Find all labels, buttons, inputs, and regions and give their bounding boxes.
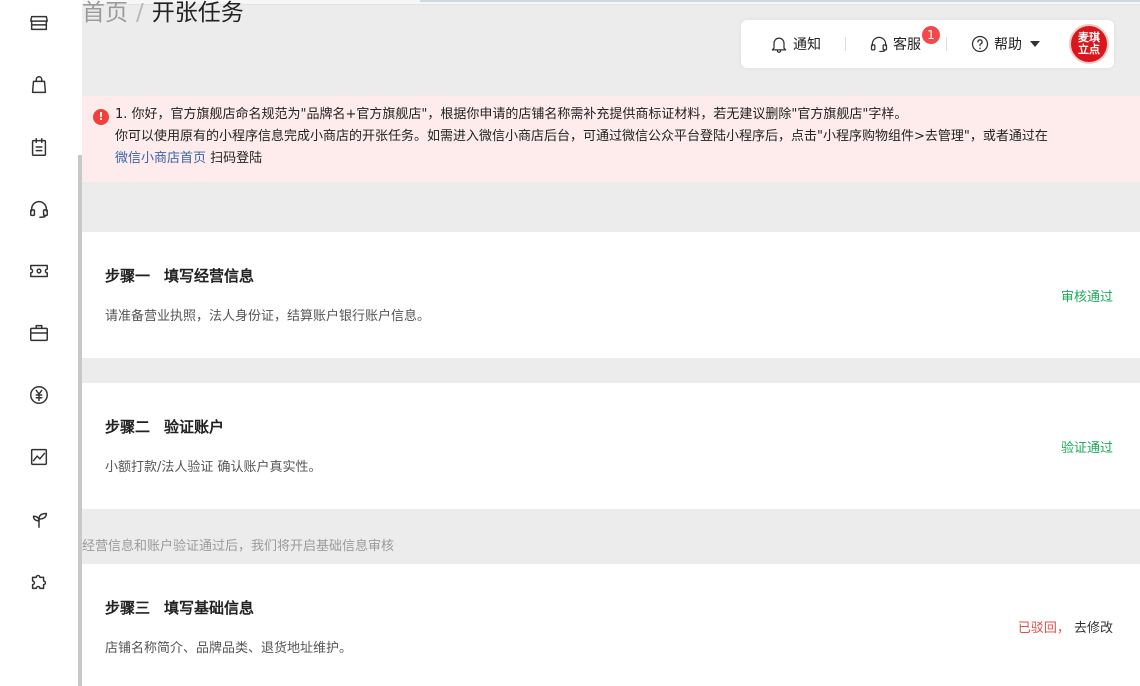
- step-desc: 请准备营业执照，法人身份证，结算账户银行账户信息。: [105, 309, 431, 324]
- step-number: 步骤一: [105, 267, 151, 285]
- status-badge: 已驳回，: [1017, 621, 1070, 636]
- wechat-store-home-link[interactable]: 微信小商店首页: [115, 151, 206, 166]
- step-title: 步骤二 验证账户: [105, 416, 224, 437]
- avatar-text-2: 立点: [1078, 43, 1100, 56]
- briefcase-icon[interactable]: [28, 322, 50, 344]
- edit-link[interactable]: 去修改: [1074, 621, 1113, 636]
- bell-icon: [771, 37, 787, 53]
- step-number: 步骤三: [105, 599, 151, 617]
- step-title: 步骤三 填写基础信息: [105, 597, 254, 618]
- help-dropdown[interactable]: 帮助: [970, 20, 1040, 68]
- alert-banner: ! 1. 你好，官方旗舰店命名规范为"品牌名+官方旗舰店"，根据你申请的店铺名称…: [82, 96, 1140, 182]
- help-label: 帮助: [994, 37, 1022, 53]
- puzzle-icon[interactable]: [28, 570, 50, 592]
- step-card-1: 步骤一 填写经营信息 请准备营业执照，法人身份证，结算账户银行账户信息。 审核通过: [82, 232, 1140, 358]
- step-name: 填写经营信息: [164, 267, 255, 285]
- headset-icon: [870, 36, 888, 53]
- step-name: 填写基础信息: [164, 599, 255, 617]
- sprout-icon[interactable]: [28, 508, 50, 530]
- breadcrumb-home[interactable]: 首页: [82, 0, 128, 26]
- step-name: 验证账户: [164, 418, 225, 436]
- alert-line-1: 1. 你好，官方旗舰店命名规范为"品牌名+官方旗舰店"，根据你申请的店铺名称需补…: [115, 107, 908, 122]
- chevron-down-icon: [1030, 41, 1040, 47]
- alert-line-3-tail: 扫码登陆: [210, 151, 263, 166]
- ticket-icon[interactable]: [28, 260, 50, 282]
- step-title: 步骤一 填写经营信息: [105, 265, 254, 286]
- status-badge: 验证通过: [1060, 441, 1113, 456]
- status-badge: 审核通过: [1060, 290, 1113, 305]
- breadcrumb: 首页 / 开张任务: [82, 0, 244, 30]
- step-card-2: 步骤二 验证账户 小额打款/法人验证 确认账户真实性。 验证通过: [82, 383, 1140, 509]
- alert-line-3: 微信小商店首页 扫码登陆: [115, 149, 262, 169]
- service-label: 客服: [893, 37, 921, 53]
- yen-icon[interactable]: [28, 384, 50, 406]
- customer-service-button[interactable]: 客服: [869, 20, 921, 68]
- alert-line-2: 你可以使用原有的小程序信息完成小商店的开张任务。如需进入微信小商店后台，可通过微…: [115, 129, 1048, 144]
- step-desc: 小额打款/法人验证 确认账户真实性。: [105, 460, 322, 475]
- notify-button[interactable]: 通知: [769, 20, 821, 68]
- step-card-3: 步骤三 填写基础信息 店铺名称简介、品牌品类、退货地址维护。 已驳回， 去修改: [82, 564, 1140, 686]
- page-title: 开张任务: [151, 0, 244, 26]
- breadcrumb-separator: /: [136, 0, 144, 26]
- bag-icon[interactable]: [28, 74, 50, 96]
- help-icon: [971, 35, 989, 53]
- notify-label: 通知: [793, 37, 821, 53]
- step-hint: 经营信息和账户验证通过后，我们将开启基础信息审核: [82, 539, 395, 554]
- header-toolbar: 通知 客服 1 帮助 麦琪 立点: [741, 20, 1114, 68]
- step-desc: 店铺名称简介、品牌品类、退货地址维护。: [105, 641, 353, 656]
- step-status: 已驳回， 去修改: [1018, 617, 1113, 636]
- store-icon[interactable]: [28, 12, 50, 34]
- error-icon: !: [93, 109, 109, 125]
- avatar[interactable]: 麦琪 立点: [1069, 24, 1109, 64]
- step-number: 步骤二: [105, 418, 151, 436]
- service-badge: 1: [922, 26, 940, 44]
- clipboard-icon[interactable]: [28, 136, 50, 158]
- chart-icon[interactable]: [28, 446, 50, 468]
- toolbar-divider: [845, 37, 846, 51]
- toolbar-divider: [946, 37, 947, 51]
- sidebar: [0, 0, 82, 686]
- headset-icon[interactable]: [28, 198, 50, 220]
